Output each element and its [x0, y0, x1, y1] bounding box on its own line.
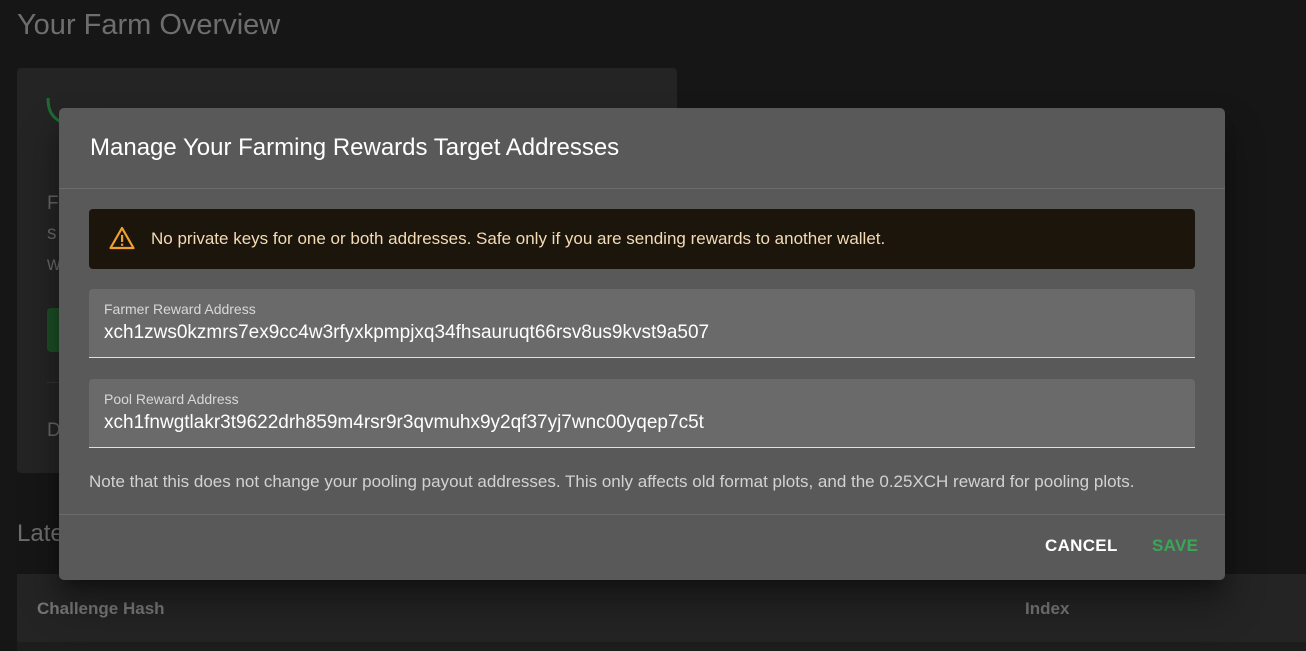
dialog-title: Manage Your Farming Rewards Target Addre…: [90, 134, 620, 161]
pool-reward-address-input[interactable]: [104, 412, 1174, 434]
warning-alert: No private keys for one or both addresse…: [89, 209, 1195, 269]
pool-reward-address-field[interactable]: Pool Reward Address: [89, 379, 1195, 448]
manage-reward-addresses-dialog: Manage Your Farming Rewards Target Addre…: [59, 108, 1225, 580]
save-button[interactable]: SAVE: [1152, 536, 1198, 556]
farmer-reward-address-input[interactable]: [104, 322, 1174, 344]
cancel-button[interactable]: CANCEL: [1045, 536, 1118, 556]
dialog-divider-bottom: [59, 514, 1225, 515]
warning-icon: [109, 226, 135, 252]
farmer-reward-address-field[interactable]: Farmer Reward Address: [89, 289, 1195, 358]
farmer-reward-address-label: Farmer Reward Address: [104, 301, 256, 317]
warning-text: No private keys for one or both addresse…: [151, 229, 886, 248]
dialog-divider-top: [59, 188, 1225, 189]
pool-reward-address-label: Pool Reward Address: [104, 391, 239, 407]
pooling-note: Note that this does not change your pool…: [89, 472, 1135, 491]
